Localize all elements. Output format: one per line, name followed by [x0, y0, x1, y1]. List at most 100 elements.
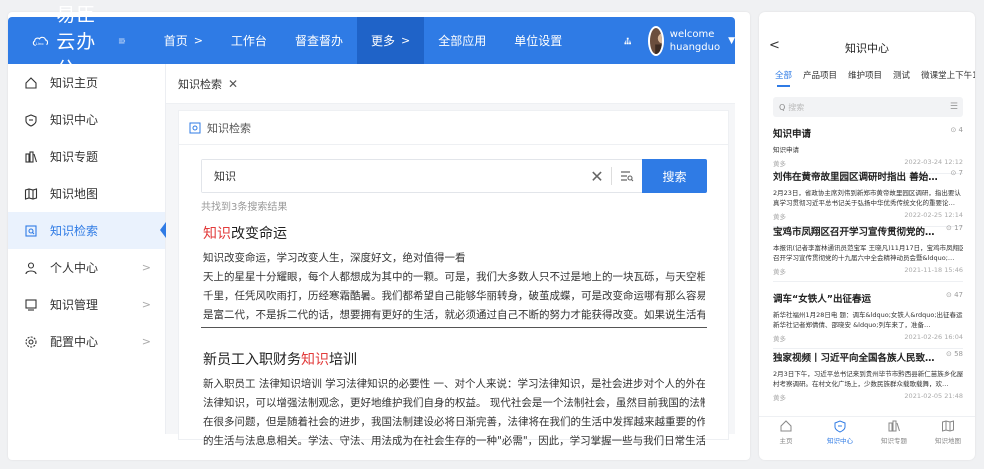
advanced-filter-icon[interactable]	[612, 170, 642, 182]
chevron-right-icon: >	[141, 298, 151, 311]
bottom-nav-label: 主页	[779, 437, 793, 445]
result-title[interactable]: 知识改变命运	[203, 223, 705, 243]
mobile-preview: < 知识中心 全部 产品项目 维护项目 测试 微课堂上下午1 Q 搜索 ☰ 知识…	[759, 12, 975, 460]
nav-unit-settings[interactable]: 单位设置	[500, 17, 576, 64]
nav-label: 全部应用	[438, 34, 487, 48]
search-bar: ✕ 搜索	[201, 159, 707, 193]
knowledge-center-icon	[834, 420, 846, 433]
org-chart-icon[interactable]	[624, 33, 632, 49]
sidebar-item-label: 知识专题	[50, 150, 99, 164]
avatar[interactable]	[647, 25, 664, 56]
sidebar-item-label: 知识地图	[50, 187, 99, 201]
knowledge-center-icon	[25, 113, 37, 127]
sidebar-item-knowledge-topic[interactable]: 知识专题	[8, 138, 165, 175]
mobile-search-input[interactable]: Q 搜索 ☰	[773, 97, 963, 117]
card-author: 黄多	[773, 213, 786, 221]
sidebar-item-label: 知识主页	[50, 76, 99, 90]
card-date: 2022-02-25 12:14	[904, 211, 963, 219]
list-item[interactable]: 刘伟在黄帝故里园区调研时指出 善始… ⊙ 7 2月23日，省政协主席刘伟到新郑市黄…	[773, 169, 963, 227]
result-line: 的生活与法息息相关。学法、守法、用法成为在社会生存的一种"必需"，因此，学习掌握…	[203, 435, 705, 447]
chevron-right-icon: >	[141, 335, 151, 348]
view-count: ⊙ 4	[950, 126, 963, 134]
result-divider	[201, 327, 707, 328]
person-icon	[25, 261, 37, 274]
nav-label: 督查督办	[294, 34, 343, 48]
search-input[interactable]	[202, 160, 583, 192]
search-button[interactable]: 搜索	[642, 159, 707, 193]
tab-all[interactable]: 全部	[775, 69, 792, 87]
card-date: 2021-02-26 16:04	[904, 333, 963, 341]
result-title[interactable]: 新员工入职财务知识培训	[203, 349, 705, 369]
search-result[interactable]: 新员工入职财务知识培训 新入职员工 法律知识培训 学习法律知识的必要性 一、对个…	[203, 349, 705, 451]
sidebar-item-personal-center[interactable]: 个人中心 >	[8, 249, 165, 286]
mobile-category-tabs: 全部 产品项目 维护项目 测试 微课堂上下午1	[775, 69, 975, 87]
sidebar-item-knowledge-map[interactable]: 知识地图	[8, 175, 165, 212]
tab-test[interactable]: 测试	[893, 69, 910, 81]
list-icon[interactable]: ☰	[950, 102, 958, 112]
sidebar-item-label: 个人中心	[50, 261, 99, 275]
search-result[interactable]: 知识改变命运 知识改变命运，学习改变人生，深度好文，绝对值得一看 天上的星星十分…	[203, 223, 705, 325]
tab-knowledge-search[interactable]: 知识检索	[178, 76, 222, 92]
tab-product-project[interactable]: 产品项目	[803, 69, 837, 81]
search-icon: Q	[779, 102, 786, 112]
tab-maintenance-project[interactable]: 维护项目	[848, 69, 882, 81]
card-date: 2022-03-24 12:12	[904, 158, 963, 166]
sidebar-item-label: 知识中心	[50, 113, 99, 127]
chevron-right-icon: >	[400, 34, 411, 47]
nav-home[interactable]: 首页 >	[150, 17, 217, 64]
list-item[interactable]: 知识申请 ⊙ 4 知识申请 黄多 2022-03-24 12:12	[773, 126, 963, 174]
view-count: ⊙ 7	[950, 169, 963, 177]
list-item[interactable]: 调车“女铁人”出征春运 ⊙ 47 新华社福州1月28日电 题：调车&ldquo;女…	[773, 291, 963, 349]
chevron-right-icon: >	[141, 261, 151, 274]
sidebar-item-knowledge-search[interactable]: 知识检索	[8, 212, 166, 249]
bottom-nav-knowledge-map[interactable]: 知识地图	[924, 419, 972, 446]
sidebar-item-knowledge-home[interactable]: 知识主页	[8, 64, 165, 101]
search-placeholder: 搜索	[788, 102, 805, 112]
sidebar-item-label: 配置中心	[50, 335, 99, 349]
menu-toggle-icon[interactable]	[118, 33, 126, 49]
bottom-nav-knowledge-center[interactable]: 知识中心	[816, 419, 864, 446]
sidebar-item-label: 知识管理	[50, 298, 99, 312]
search-doc-icon	[25, 224, 37, 237]
username: huangduo	[669, 41, 721, 53]
list-item[interactable]: 宝鸡市凤翔区召开学习宣传贯彻党的… ⊙ 17 本报讯(记者李富林通讯员范宝军 王晓…	[773, 224, 963, 282]
user-info[interactable]: welcome huangduo	[670, 28, 720, 54]
bottom-nav-label: 知识中心	[827, 437, 853, 445]
mobile-page-title: 知识中心	[845, 42, 889, 55]
nav-all-apps[interactable]: 全部应用	[424, 17, 500, 64]
list-item[interactable]: 独家视频丨习近平向全国各族人民致… ⊙ 58 2月3日下午，习近平总书记来到贵州毕…	[773, 350, 963, 407]
topic-icon	[25, 150, 38, 163]
bottom-nav-label: 知识地图	[935, 437, 961, 445]
config-icon	[25, 335, 37, 348]
sidebar-item-label: 知识检索	[50, 224, 99, 238]
sidebar-item-knowledge-center[interactable]: 知识中心	[8, 101, 165, 138]
card-body: 本报讯(记者李富林通讯员范宝军 王晓凡)11月17日，宝鸡市凤翔区 召开学习宣传贯…	[773, 244, 963, 262]
nav-more[interactable]: 更多 >	[356, 17, 425, 64]
card-title: 调车“女铁人”出征春运	[773, 294, 871, 305]
nav-label: 首页	[163, 34, 188, 48]
close-icon[interactable]: ✕	[228, 77, 238, 91]
sidebar-item-knowledge-management[interactable]: 知识管理 >	[8, 286, 165, 323]
topic-icon	[888, 420, 900, 432]
caret-down-icon[interactable]: ▼	[728, 36, 735, 46]
tab-micro-class[interactable]: 微课堂上下午1	[921, 69, 975, 81]
card-author: 黄多	[773, 160, 786, 168]
home-icon	[25, 76, 37, 89]
result-line: 天上的星星十分耀眼，每个人都想成为其中的一颗。可是，我们大多数人只不过是地上的一…	[203, 271, 705, 283]
result-line: 千里，任凭风吹雨打，历经寒霜酷暑。我们都希望自己能够华丽转身，破茧成蝶，可是改变…	[203, 290, 705, 302]
svg-text:Lino: Lino	[36, 40, 45, 45]
nav-workbench[interactable]: 工作台	[217, 17, 281, 64]
card-body: 知识申请	[773, 146, 799, 154]
nav-label: 工作台	[230, 34, 267, 48]
bottom-nav-home[interactable]: 主页	[762, 419, 810, 446]
card-title: 宝鸡市凤翔区召开学习宣传贯彻党的…	[773, 227, 935, 238]
sidebar-item-config-center[interactable]: 配置中心 >	[8, 323, 165, 360]
nav-supervision[interactable]: 督查督办	[281, 17, 357, 64]
bottom-nav-knowledge-topic[interactable]: 知识专题	[870, 419, 918, 446]
home-icon	[780, 420, 792, 432]
avatar-image	[649, 27, 662, 54]
tab-bar: 知识检索 ✕	[166, 64, 735, 104]
search-panel: 知识检索 ✕ 搜索 共找到3条搜索结果 知识改变命运 知识改变命运，学习改变人生…	[178, 110, 729, 447]
card-author: 黄多	[773, 268, 786, 276]
clear-icon[interactable]: ✕	[583, 167, 611, 186]
